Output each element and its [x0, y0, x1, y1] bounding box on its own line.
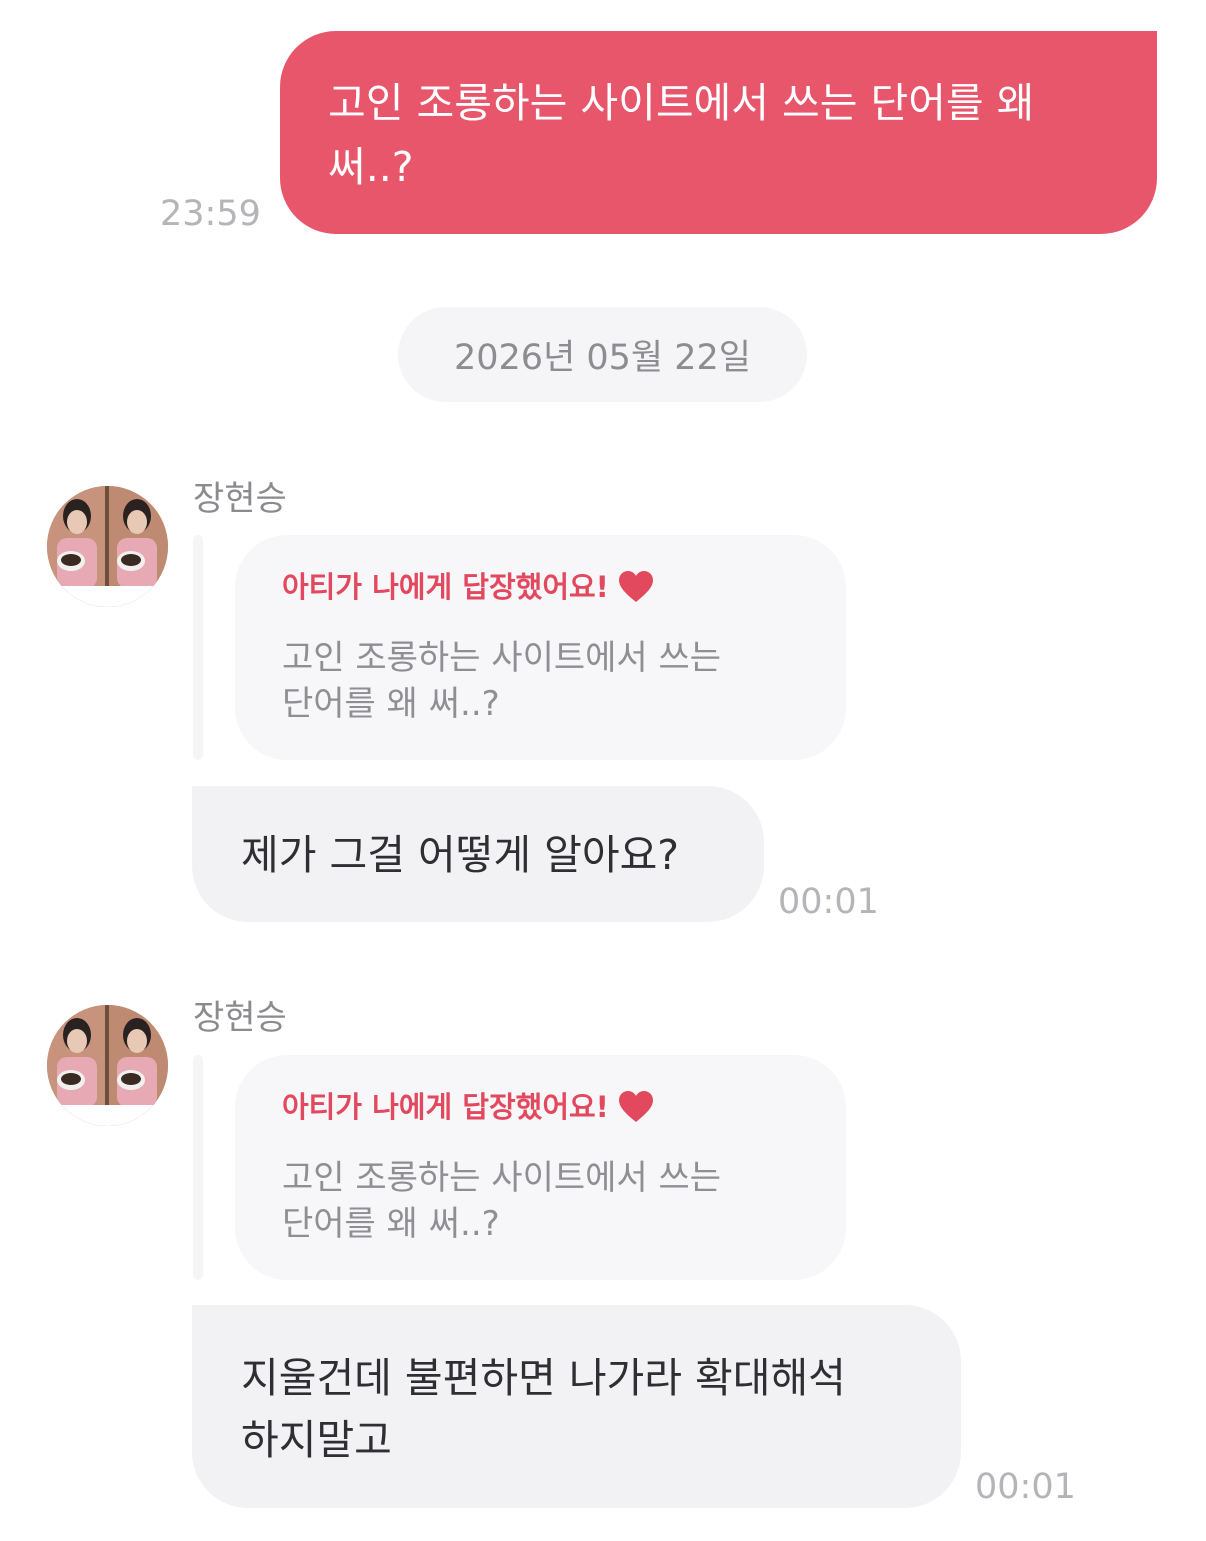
date-divider: 2026년 05월 22일: [398, 307, 807, 402]
reply-quote-card[interactable]: 아티가 나에게 답장했어요! 고인 조롱하는 사이트에서 쓰는 단어를 왜 써.…: [235, 535, 846, 760]
profile-photo-icon: [47, 1005, 168, 1126]
sender-avatar[interactable]: [47, 1005, 168, 1126]
reply-quote-bar: [193, 535, 203, 760]
reply-quote-title: 아티가 나에게 답장했어요!: [282, 1089, 800, 1125]
sent-message-text: 고인 조롱하는 사이트에서 쓰는 단어를 왜 써..?: [328, 79, 1035, 191]
reply-quote-title-text: 아티가 나에게 답장했어요!: [282, 1090, 609, 1124]
reply-quote-title-text: 아티가 나에게 답장했어요!: [282, 570, 609, 604]
reply-quote-text: 고인 조롱하는 사이트에서 쓰는 단어를 왜 써..?: [282, 1158, 722, 1244]
reply-quote-bar: [193, 1055, 203, 1280]
sender-avatar[interactable]: [47, 486, 168, 607]
received-message-text: 제가 그걸 어떻게 알아요?: [241, 831, 680, 879]
reply-quote-title: 아티가 나에게 답장했어요!: [282, 569, 800, 605]
received-message-bubble[interactable]: 지울건데 불편하면 나가라 확대해석 하지말고: [192, 1305, 961, 1508]
profile-photo-icon: [47, 486, 168, 607]
heart-icon: [618, 571, 653, 603]
received-message-time: 00:01: [778, 882, 879, 922]
reply-quote-text: 고인 조롱하는 사이트에서 쓰는 단어를 왜 써..?: [282, 638, 722, 724]
sender-name: 장현승: [193, 479, 287, 519]
heart-icon: [618, 1091, 653, 1123]
received-message-text: 지울건데 불편하면 나가라 확대해석 하지말고: [241, 1354, 846, 1464]
received-message-bubble[interactable]: 제가 그걸 어떻게 알아요?: [192, 786, 764, 922]
reply-quote-card[interactable]: 아티가 나에게 답장했어요! 고인 조롱하는 사이트에서 쓰는 단어를 왜 써.…: [235, 1055, 846, 1280]
sent-message-time: 23:59: [160, 194, 261, 234]
received-message-time: 00:01: [975, 1467, 1076, 1507]
sent-message-bubble[interactable]: 고인 조롱하는 사이트에서 쓰는 단어를 왜 써..?: [280, 31, 1157, 234]
sender-name: 장현승: [193, 998, 287, 1038]
date-divider-label: 2026년 05월 22일: [454, 338, 751, 378]
